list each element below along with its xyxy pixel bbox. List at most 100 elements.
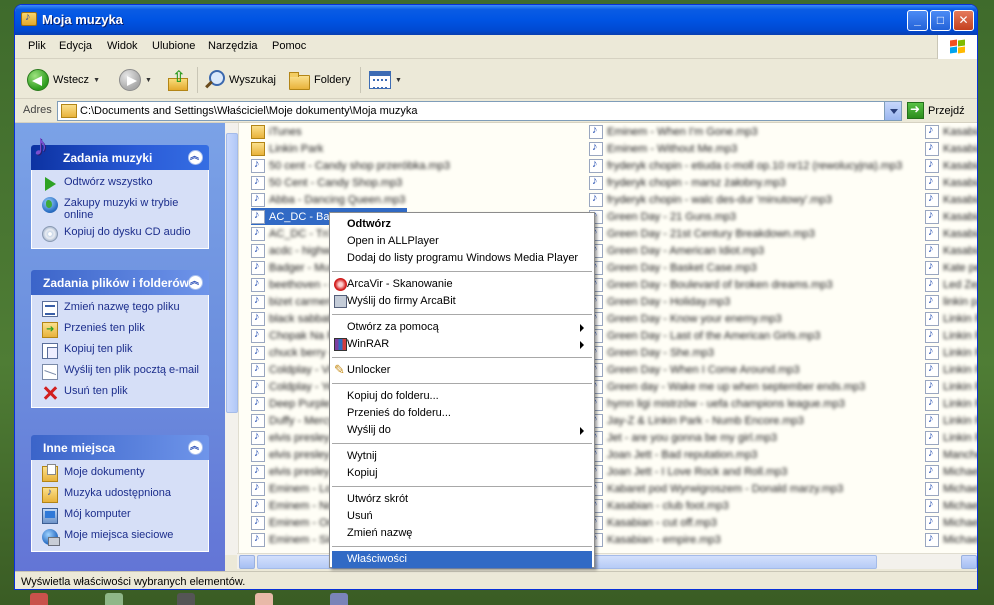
taskbar-app-icon[interactable] <box>105 593 123 605</box>
context-menu-item[interactable]: Utwórz skrót <box>332 491 592 508</box>
menu-view[interactable]: Widok <box>107 40 138 52</box>
file-item[interactable]: Green Day - Holiday.mp3 <box>589 293 730 310</box>
file-item[interactable]: Linkin Park - Bleed.mp3 <box>925 429 977 446</box>
file-item[interactable]: Green day - Wake me up when september en… <box>589 378 865 395</box>
context-menu-item[interactable]: Wytnij <box>332 448 592 465</box>
file-item[interactable]: Kasabian - processed.mp3 <box>925 208 977 225</box>
file-item[interactable]: Linkin Park <box>251 140 323 157</box>
context-menu-item[interactable]: Dodaj do listy programu Windows Media Pl… <box>332 250 592 267</box>
task-rename[interactable]: Zmień nazwę tego pliku <box>42 301 202 317</box>
place-my-computer[interactable]: Mój komputer <box>42 508 202 524</box>
file-item[interactable]: Michael Jackson - Bad.mp3 <box>925 463 977 480</box>
file-item[interactable]: fryderyk chopin - marsz żałobny.mp3 <box>589 174 786 191</box>
menu-file[interactable]: Plik <box>28 40 46 52</box>
file-item[interactable]: Kasabian - cut off.mp3 <box>589 514 717 531</box>
other-places-header[interactable]: Inne miejsca <box>31 435 209 460</box>
up-button[interactable] <box>167 67 189 93</box>
file-item[interactable]: fryderyk chopin - walc des-dur 'minutowy… <box>589 191 832 208</box>
file-item[interactable]: Green Day - Boulevard of broken dreams.m… <box>589 276 833 293</box>
task-play-all[interactable]: Odtwórz wszystko <box>42 176 202 192</box>
context-menu-item[interactable]: Odtwórz <box>332 216 592 233</box>
file-item[interactable]: Kasabian - underdog.mp3 <box>925 157 977 174</box>
file-item[interactable]: Kasabian - club foot.mp3 <box>589 497 729 514</box>
music-tasks-header[interactable]: Zadania muzyki <box>31 129 209 170</box>
file-item[interactable]: Green Day - Last of the American Girls.m… <box>589 327 820 344</box>
file-item[interactable]: Green Day - 21st Century Breakdown.mp3 <box>589 225 815 242</box>
context-menu-item[interactable]: Usuń <box>332 508 592 525</box>
task-shop-online[interactable]: Zakupy muzyki w trybie online <box>42 197 202 221</box>
file-item[interactable]: Kasabian - where.mp3 <box>925 191 977 208</box>
forward-button[interactable]: ▼ <box>119 67 152 93</box>
taskbar-app-icon[interactable] <box>330 593 348 605</box>
file-item[interactable]: Kasabian - vlad.mp3 <box>925 174 977 191</box>
taskbar-app-icon[interactable] <box>30 593 48 605</box>
file-item[interactable]: Green Day - Basket Case.mp3 <box>589 259 757 276</box>
file-item[interactable]: Linkin Park - In the end.mp3 <box>925 344 977 361</box>
scroll-right-button[interactable] <box>961 555 977 569</box>
place-shared-music[interactable]: Muzyka udostępniona <box>42 487 202 503</box>
address-dropdown-button[interactable] <box>884 102 901 120</box>
file-item[interactable]: Linkin Park - Shadow.mp3 <box>925 395 977 412</box>
context-menu-item[interactable]: Kopiuj <box>332 465 592 482</box>
task-delete[interactable]: Usuń ten plik <box>42 385 202 401</box>
file-item[interactable]: Linkin Park - Papercut.mp3 <box>925 361 977 378</box>
context-menu-item[interactable]: WinRAR <box>332 336 592 353</box>
file-item[interactable]: Eminem - Without Me.mp3 <box>589 140 737 157</box>
file-item[interactable]: fryderyk chopin - etiuda c-moll op.10 nr… <box>589 157 902 174</box>
collapse-icon[interactable] <box>188 439 203 455</box>
folders-button[interactable]: Foldery <box>288 67 351 93</box>
back-dropdown-icon[interactable]: ▼ <box>93 77 100 84</box>
file-tasks-header[interactable]: Zadania plików i folderów <box>31 270 209 295</box>
file-item[interactable]: Jet - are you gonna be my girl.mp3 <box>589 429 777 446</box>
file-item[interactable]: Kasabian - stuntman.mp3 <box>925 242 977 259</box>
file-item[interactable]: Green Day - American Idiot.mp3 <box>589 242 764 259</box>
file-item[interactable]: Kasabian - reason.mp3 <box>925 225 977 242</box>
context-menu-item[interactable]: Open in ALLPlayer <box>332 233 592 250</box>
search-button[interactable]: Wyszukaj <box>203 67 276 93</box>
file-item[interactable]: hymn ligi mistrzów - uefa champions leag… <box>589 395 845 412</box>
context-menu-item[interactable]: Wyślij do firmy ArcaBit <box>332 293 592 310</box>
task-copy-to-cd[interactable]: Kopiuj do dysku CD audio <box>42 226 202 242</box>
menu-help[interactable]: Pomoc <box>272 40 306 52</box>
context-menu-item[interactable]: Zmień nazwę <box>332 525 592 542</box>
address-input[interactable]: C:\Documents and Settings\Właściciel\Moj… <box>57 101 902 121</box>
file-item[interactable]: Linkin Park - Numb.mp3 <box>925 310 977 327</box>
file-item[interactable]: Joan Jett - I Love Rock and Roll.mp3 <box>589 463 787 480</box>
file-item[interactable]: Kasabian - empire.mp3 <box>589 531 721 548</box>
file-item[interactable]: Abba - Dancing Queen.mp3 <box>251 191 405 208</box>
context-menu-item[interactable]: Przenieś do folderu... <box>332 405 592 422</box>
close-button[interactable]: ✕ <box>953 10 974 31</box>
file-item[interactable]: Kate perry - hot n cold.mp3 <box>925 259 977 276</box>
file-item[interactable]: Michael Jackson - Billie.mp3 <box>925 497 977 514</box>
place-my-documents[interactable]: Moje dokumenty <box>42 464 202 482</box>
file-item[interactable]: Manchester United.mp3 <box>925 446 977 463</box>
file-item[interactable]: Linkin Park - New divide.mp3 <box>925 412 977 429</box>
views-dropdown-icon[interactable]: ▼ <box>395 77 402 84</box>
file-item[interactable]: Michael Jackson - Beat it.mp3 <box>925 480 977 497</box>
vertical-scrollbar[interactable] <box>225 123 239 555</box>
file-item[interactable]: Kabaret pod Wyrwigroszem - Donald marzy.… <box>589 480 843 497</box>
scroll-thumb[interactable] <box>226 133 238 413</box>
maximize-button[interactable]: □ <box>930 10 951 31</box>
place-network[interactable]: Moje miejsca sieciowe <box>42 529 202 546</box>
taskbar-app-icon[interactable] <box>177 593 195 605</box>
file-item[interactable]: Kasabian - fire.mp3 <box>925 123 977 140</box>
title-bar[interactable]: Moja muzyka _ □ ✕ <box>15 5 977 35</box>
views-button[interactable]: ▼ <box>369 67 402 93</box>
file-item[interactable]: Eminem - When I'm Gone.mp3 <box>589 123 758 140</box>
file-item[interactable]: iTunes <box>251 123 302 140</box>
file-item[interactable]: Joan Jett - Bad reputation.mp3 <box>589 446 757 463</box>
file-item[interactable]: Green Day - 21 Guns.mp3 <box>589 208 736 225</box>
file-item[interactable]: Jay-Z & Linkin Park - Numb Encore.mp3 <box>589 412 804 429</box>
file-item[interactable]: 50 cent - Candy shop przeróbka.mp3 <box>251 157 450 174</box>
scroll-left-button[interactable] <box>239 555 255 569</box>
go-button[interactable]: Przejdź <box>907 102 965 119</box>
minimize-button[interactable]: _ <box>907 10 928 31</box>
file-item[interactable]: Led Zeppelin - stairway.mp3 <box>925 276 977 293</box>
context-menu-item[interactable]: Wyślij do <box>332 422 592 439</box>
forward-dropdown-icon[interactable]: ▼ <box>145 77 152 84</box>
file-item[interactable]: Green Day - She.mp3 <box>589 344 714 361</box>
back-button[interactable]: Wstecz ▼ <box>27 67 100 93</box>
file-item[interactable]: Linkin Park - What I've done.mp3 <box>925 378 977 395</box>
file-item[interactable]: 50 Cent - Candy Shop.mp3 <box>251 174 402 191</box>
